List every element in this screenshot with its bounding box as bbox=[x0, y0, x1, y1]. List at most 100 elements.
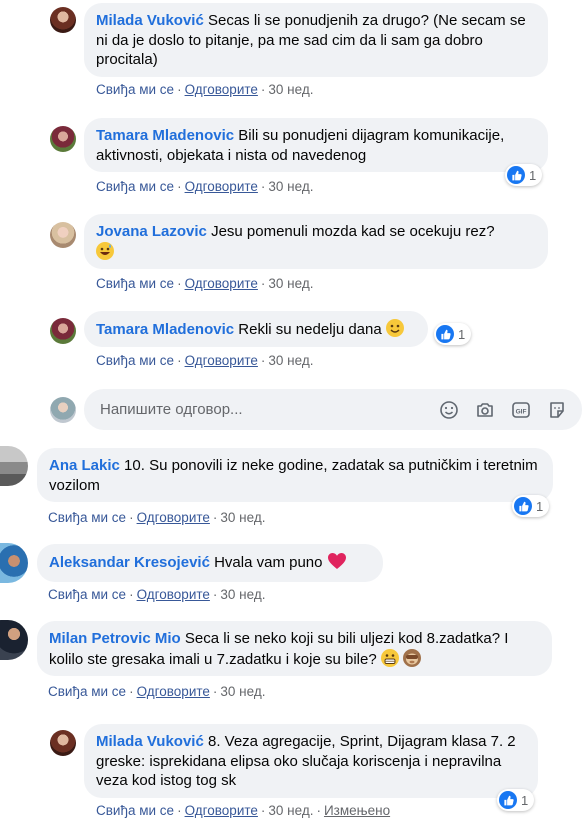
reaction-count[interactable]: 1 bbox=[497, 789, 535, 811]
timestamp[interactable]: 30 нед. bbox=[220, 684, 265, 699]
current-user-avatar bbox=[50, 397, 76, 423]
avatar[interactable] bbox=[0, 620, 28, 660]
comment-text: 10. Su ponovili iz neke godine, zadatak … bbox=[49, 457, 538, 494]
timestamp[interactable]: 30 нед. bbox=[268, 179, 313, 194]
separator: · bbox=[212, 684, 218, 699]
like-link[interactable]: Свиђа ми се bbox=[48, 684, 126, 699]
reply-link[interactable]: Одговорите bbox=[137, 587, 210, 602]
reply-link[interactable]: Одговорите bbox=[185, 803, 258, 818]
thumbs-up-icon bbox=[436, 325, 454, 343]
separator: · bbox=[212, 510, 218, 525]
comment-author[interactable]: Ana Lakic bbox=[49, 457, 120, 474]
edited-link[interactable]: Измењено bbox=[324, 803, 390, 818]
avatar[interactable] bbox=[50, 318, 76, 344]
separator: · bbox=[212, 587, 218, 602]
timestamp[interactable]: 30 нед. bbox=[268, 353, 313, 368]
reaction-number: 1 bbox=[529, 167, 537, 183]
see-no-evil-monkey-emoji bbox=[403, 648, 422, 667]
comment-text: Jesu pomenuli mozda kad se ocekuju rez? bbox=[211, 223, 495, 240]
sticker-icon[interactable] bbox=[546, 399, 568, 421]
comment-author[interactable]: Aleksandar Kresojević bbox=[49, 554, 210, 571]
grinning-sweat-emoji bbox=[96, 241, 114, 260]
comment-author[interactable]: Milada Vuković bbox=[96, 733, 204, 750]
reply-link[interactable]: Одговорите bbox=[185, 179, 258, 194]
timestamp[interactable]: 30 нед. bbox=[268, 276, 313, 291]
reply-link[interactable]: Одговорите bbox=[185, 276, 258, 291]
comment-bubble: Tamara Mladenovic Bili su ponudjeni dija… bbox=[84, 118, 548, 172]
reaction-count[interactable]: 1 bbox=[505, 164, 543, 186]
separator: · bbox=[177, 276, 182, 291]
red-heart-emoji bbox=[327, 552, 347, 570]
reaction-number: 1 bbox=[521, 792, 529, 808]
comment-bubble: Tamara Mladenovic Rekli su nedelju dana bbox=[84, 311, 428, 347]
comment-text: Rekli su nedelju dana bbox=[238, 321, 382, 338]
comment-actions: Свиђа ми се · Одговорите · 30 нед. bbox=[48, 587, 265, 602]
reply-link[interactable]: Одговорите bbox=[185, 353, 258, 368]
reply-input[interactable] bbox=[98, 400, 424, 419]
comment-actions: Свиђа ми се · Одговорите · 30 нед. · Измењено bbox=[96, 803, 390, 818]
reaction-number: 1 bbox=[458, 326, 466, 342]
comment-bubble: Milada Vuković 8. Veza agregacije, Sprin… bbox=[84, 724, 538, 798]
avatar[interactable] bbox=[50, 126, 76, 152]
emoji-icon[interactable] bbox=[438, 399, 460, 421]
comment-bubble: Milada Vuković Secas li se ponudjenih za… bbox=[84, 3, 548, 77]
comment-text: Hvala vam puno bbox=[214, 554, 323, 571]
timestamp[interactable]: 30 нед. bbox=[268, 82, 313, 97]
reaction-count[interactable]: 1 bbox=[512, 495, 550, 517]
comment-bubble: Milan Petrovic Mio Seca li se neko koji … bbox=[37, 621, 552, 676]
reaction-number: 1 bbox=[536, 498, 544, 514]
comment-actions: Свиђа ми се · Одговорите · 30 нед. bbox=[96, 82, 313, 97]
like-link[interactable]: Свиђа ми се bbox=[96, 353, 174, 368]
comment-author[interactable]: Tamara Mladenovic bbox=[96, 127, 234, 144]
gif-icon[interactable]: GIF bbox=[510, 399, 532, 421]
like-link[interactable]: Свиђа ми се bbox=[96, 276, 174, 291]
reply-link[interactable]: Одговорите bbox=[137, 684, 210, 699]
timestamp[interactable]: 30 нед. bbox=[268, 803, 313, 818]
separator: · bbox=[129, 510, 134, 525]
reaction-count[interactable]: 1 bbox=[434, 323, 472, 345]
separator: · bbox=[129, 587, 134, 602]
separator: · bbox=[177, 179, 182, 194]
comment-actions: Свиђа ми се · Одговорите · 30 нед. bbox=[96, 353, 313, 368]
avatar[interactable] bbox=[50, 222, 76, 248]
thumbs-up-icon bbox=[507, 166, 525, 184]
timestamp[interactable]: 30 нед. bbox=[220, 587, 265, 602]
separator: · bbox=[260, 276, 266, 291]
comment-author[interactable]: Jovana Lazovic bbox=[96, 223, 207, 240]
comment-author[interactable]: Milada Vuković bbox=[96, 12, 204, 29]
grimacing-emoji bbox=[380, 648, 399, 667]
camera-icon[interactable] bbox=[474, 399, 496, 421]
avatar[interactable] bbox=[50, 7, 76, 33]
like-link[interactable]: Свиђа ми се bbox=[96, 803, 174, 818]
separator: · bbox=[177, 353, 182, 368]
like-link[interactable]: Свиђа ми се bbox=[48, 510, 126, 525]
comment-bubble: Ana Lakic 10. Su ponovili iz neke godine… bbox=[37, 448, 553, 502]
comment-actions: Свиђа ми се · Одговорите · 30 нед. bbox=[48, 510, 265, 525]
separator: · bbox=[260, 353, 266, 368]
svg-text:GIF: GIF bbox=[516, 408, 527, 415]
separator: · bbox=[260, 803, 266, 818]
avatar[interactable] bbox=[0, 543, 28, 583]
thumbs-up-icon bbox=[514, 497, 532, 515]
smile-emoji bbox=[385, 319, 404, 337]
comment-author[interactable]: Tamara Mladenovic bbox=[96, 321, 234, 338]
avatar[interactable] bbox=[50, 730, 76, 756]
comment-actions: Свиђа ми се · Одговорите · 30 нед. bbox=[48, 684, 265, 699]
reply-link[interactable]: Одговорите bbox=[137, 510, 210, 525]
comment-author[interactable]: Milan Petrovic Mio bbox=[49, 630, 181, 647]
like-link[interactable]: Свиђа ми се bbox=[96, 179, 174, 194]
separator: · bbox=[260, 82, 266, 97]
thumbs-up-icon bbox=[499, 791, 517, 809]
like-link[interactable]: Свиђа ми се bbox=[96, 82, 174, 97]
separator: · bbox=[177, 82, 182, 97]
separator: · bbox=[316, 803, 321, 818]
separator: · bbox=[260, 179, 266, 194]
comment-bubble: Jovana Lazovic Jesu pomenuli mozda kad s… bbox=[84, 214, 548, 269]
comment-actions: Свиђа ми се · Одговорите · 30 нед. bbox=[96, 276, 313, 291]
comment-actions: Свиђа ми се · Одговорите · 30 нед. bbox=[96, 179, 313, 194]
reply-link[interactable]: Одговорите bbox=[185, 82, 258, 97]
separator: · bbox=[129, 684, 134, 699]
avatar[interactable] bbox=[0, 446, 28, 486]
like-link[interactable]: Свиђа ми се bbox=[48, 587, 126, 602]
timestamp[interactable]: 30 нед. bbox=[220, 510, 265, 525]
